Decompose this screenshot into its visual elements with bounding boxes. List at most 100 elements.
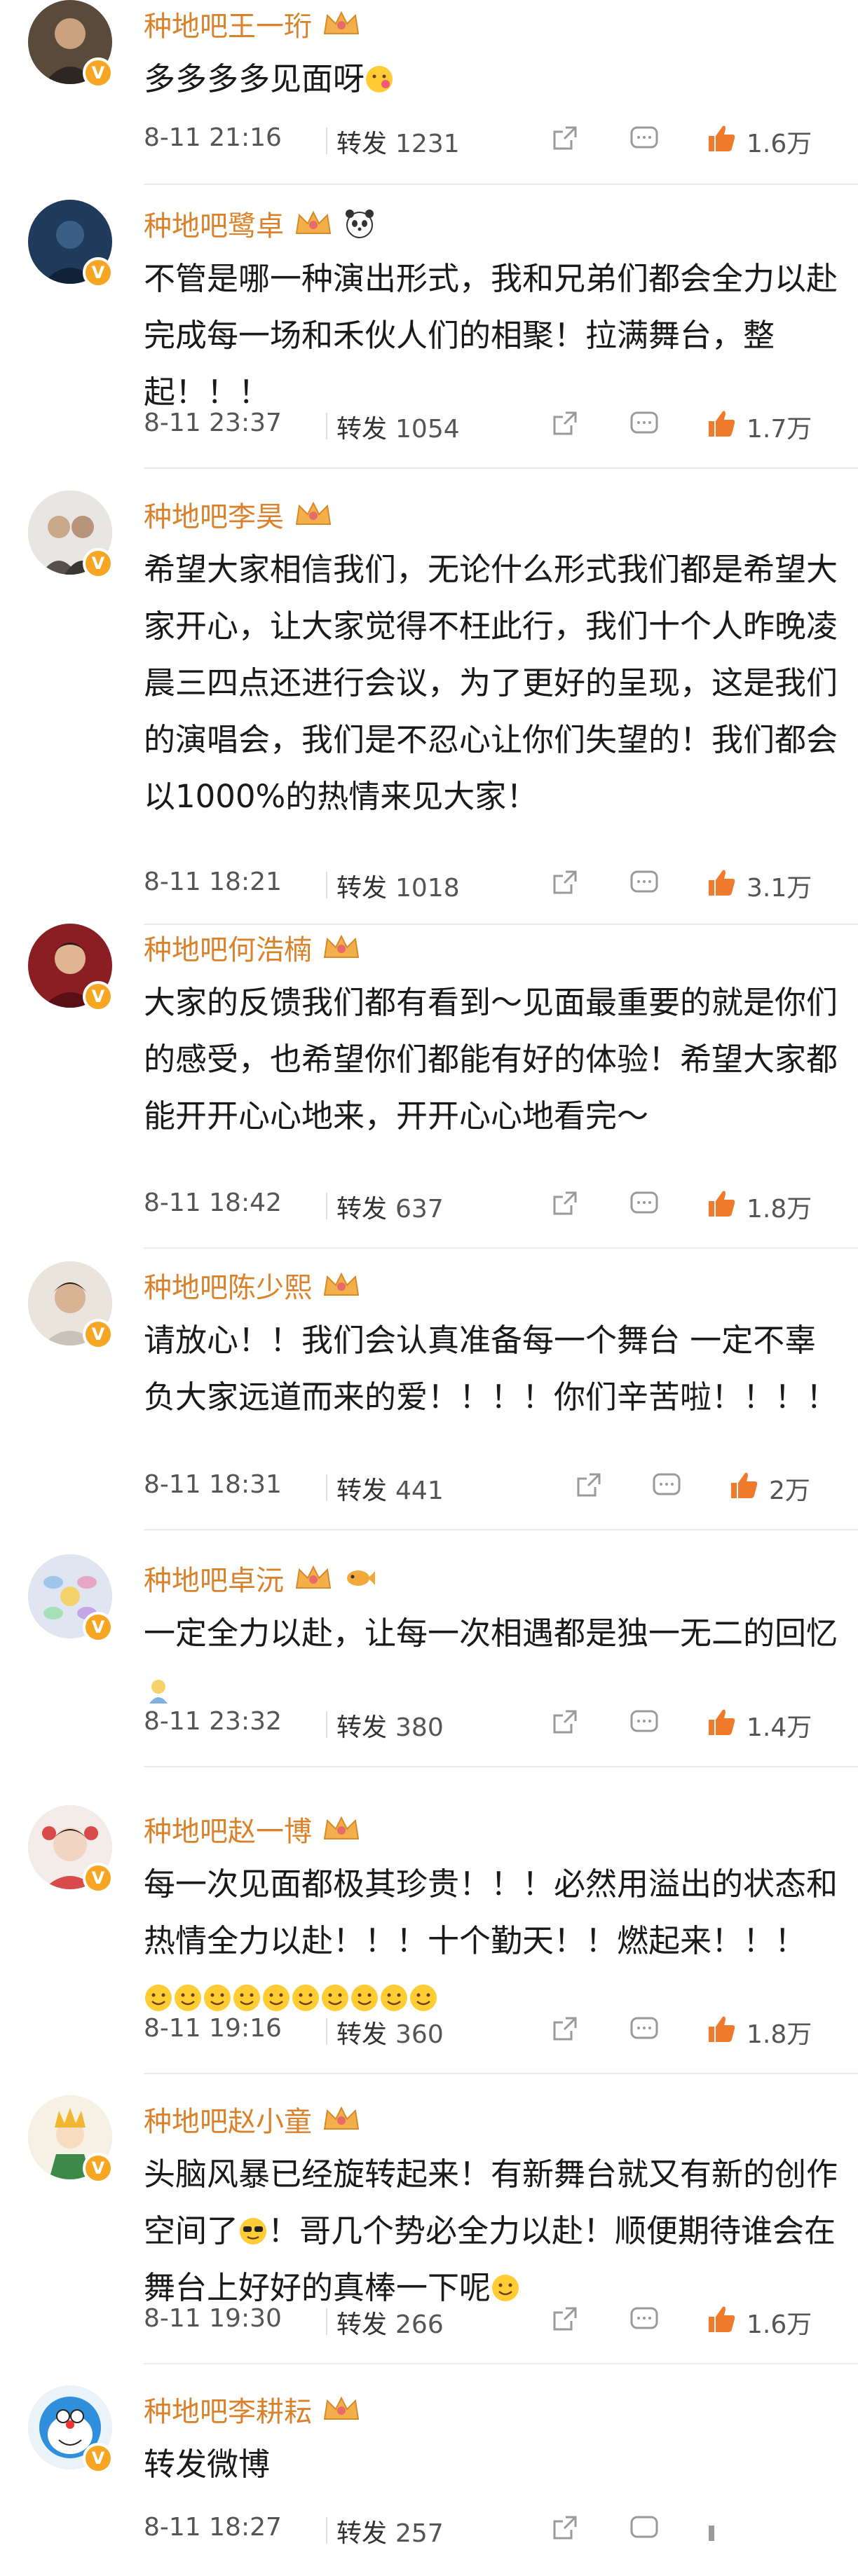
comment-icon[interactable] (627, 2013, 661, 2046)
post-divider (144, 467, 858, 469)
name-row: 种地吧鹭卓 (144, 203, 376, 245)
post-text: 希望大家相信我们，无论什么形式我们都是希望大家开心，让大家觉得不枉此行，我们十个… (144, 551, 838, 815)
post-divider (144, 2363, 858, 2364)
username[interactable]: 种地吧李耕耘 (144, 2389, 312, 2430)
post-time: 8-11 18:31 (144, 1470, 282, 1499)
thumbs-up-icon[interactable] (704, 1706, 738, 1739)
share-icon[interactable] (547, 1706, 581, 1739)
post-text: 不管是哪一种演出形式，我和兄弟们都会全力以赴完成每一场和禾伙人们的相聚！拉满舞台… (144, 260, 838, 411)
crown-icon (292, 1563, 334, 1594)
post-actions: 8-11 18:42 转发 637 1.8万 (144, 1183, 831, 1225)
post-text: 每一次见面都极其珍贵！！！必然用溢出的状态和热情全力以赴！！！十个勤天！！燃起来… (144, 1856, 838, 2026)
post-time: 8-11 19:30 (144, 2304, 282, 2333)
thumbs-up-icon[interactable] (704, 866, 738, 900)
post-time: 8-11 18:42 (144, 1188, 282, 1217)
username[interactable]: 种地吧赵小童 (144, 2099, 312, 2139)
post-divider (144, 2073, 858, 2074)
comment-icon[interactable] (627, 122, 661, 156)
comment-icon[interactable] (627, 2303, 661, 2336)
crown-icon (292, 208, 334, 239)
post-divider (144, 1247, 858, 1249)
fish-icon (343, 1561, 376, 1595)
post-text: 转发微博 (144, 2446, 271, 2483)
forward-count: 转发 360 (336, 2020, 444, 2049)
forward-count: 转发 637 (336, 1195, 444, 1224)
post-time: 8-11 21:16 (144, 123, 282, 152)
post-time: 8-11 18:27 (144, 2513, 282, 2542)
share-icon[interactable] (547, 407, 581, 441)
forward-count: 转发 441 (336, 1477, 444, 1505)
share-icon[interactable] (571, 1469, 605, 1502)
share-icon[interactable] (547, 2013, 581, 2046)
verified-badge-icon: V (83, 1612, 114, 1643)
verified-badge-icon: V (83, 57, 114, 88)
crown-icon (320, 2394, 362, 2425)
crown-icon (320, 1814, 362, 1844)
kiss-emoji-icon (365, 64, 394, 94)
post-time: 8-11 23:32 (144, 1707, 282, 1736)
name-row: 种地吧李耕耘 (144, 2388, 362, 2430)
username[interactable]: 种地吧陈少熙 (144, 1265, 312, 1306)
share-icon[interactable] (547, 2303, 581, 2336)
post-divider (144, 924, 858, 925)
divider (326, 2308, 327, 2335)
post-text: 请放心！！我们会认真准备每一个舞台 一定不辜负大家远道而来的爱！！！！你们辛苦啦… (144, 1322, 838, 1416)
post-actions: 8-11 19:16 转发 360 1.8万 (144, 2008, 831, 2050)
divider (326, 2018, 327, 2045)
comment-icon[interactable] (627, 866, 661, 900)
post-actions: 8-11 18:21 转发 1018 3.1万 (144, 862, 831, 904)
username[interactable]: 种地吧王一珩 (144, 4, 312, 44)
post-actions: 8-11 18:31 转发 441 2万 (144, 1465, 831, 1507)
comment-icon[interactable] (627, 2512, 661, 2545)
emoji-icon (144, 1676, 173, 1705)
like-count: 1.8万 (747, 1195, 812, 1224)
verified-badge-icon: V (83, 981, 114, 1012)
username[interactable]: 种地吧赵一博 (144, 1809, 312, 1849)
thumbs-up-icon[interactable] (727, 1469, 761, 1502)
username[interactable]: 种地吧卓沅 (144, 1558, 284, 1598)
divider (326, 1711, 327, 1738)
sunglasses-emoji-icon (238, 2217, 268, 2246)
verified-badge-icon: V (83, 1319, 114, 1350)
divider (326, 2517, 327, 2544)
username[interactable]: 种地吧鹭卓 (144, 203, 284, 244)
verified-badge-icon: V (83, 548, 114, 579)
like-count: 1.7万 (747, 415, 812, 444)
share-icon[interactable] (547, 866, 581, 900)
thumbs-up-icon[interactable] (704, 1187, 738, 1221)
thumbs-up-icon[interactable] (704, 122, 738, 156)
comment-icon[interactable] (627, 1187, 661, 1221)
divider (326, 413, 327, 439)
post-text: 大家的反馈我们都有看到～见面最重要的就是你们的感受，也希望你们都能有好的体验！希… (144, 984, 838, 1135)
name-row: 种地吧赵一博 (144, 1808, 362, 1850)
post-time: 8-11 23:37 (144, 409, 282, 437)
thumbs-up-icon[interactable] (704, 407, 738, 441)
like-count: 1.8万 (747, 2020, 812, 2049)
comment-icon[interactable] (627, 407, 661, 441)
post-divider (144, 1529, 858, 1530)
divider (326, 872, 327, 898)
verified-badge-icon: V (83, 257, 114, 288)
forward-count: 转发 1054 (336, 415, 460, 444)
username[interactable]: 种地吧何浩楠 (144, 927, 312, 968)
comment-icon[interactable] (627, 1706, 661, 1739)
share-icon[interactable] (547, 122, 581, 156)
thumbs-up-icon[interactable] (704, 2303, 738, 2336)
thumbs-up-icon[interactable] (704, 2512, 738, 2545)
verified-badge-icon: V (83, 2443, 114, 2474)
username[interactable]: 种地吧李昊 (144, 494, 284, 535)
name-row: 种地吧卓沅 (144, 1557, 376, 1599)
name-row: 种地吧赵小童 (144, 2098, 362, 2140)
share-icon[interactable] (547, 2512, 581, 2545)
crown-icon (320, 1270, 362, 1301)
like-count: 3.1万 (747, 874, 812, 903)
like-count: 1.4万 (747, 1713, 812, 1742)
share-icon[interactable] (547, 1187, 581, 1221)
comment-icon[interactable] (650, 1469, 683, 1502)
forward-count: 转发 1231 (336, 130, 460, 158)
like-count: 2万 (769, 1477, 810, 1505)
thumbs-up-icon[interactable] (704, 2013, 738, 2046)
divider (326, 1474, 327, 1501)
crown-icon (320, 932, 362, 963)
post-divider (144, 184, 858, 185)
